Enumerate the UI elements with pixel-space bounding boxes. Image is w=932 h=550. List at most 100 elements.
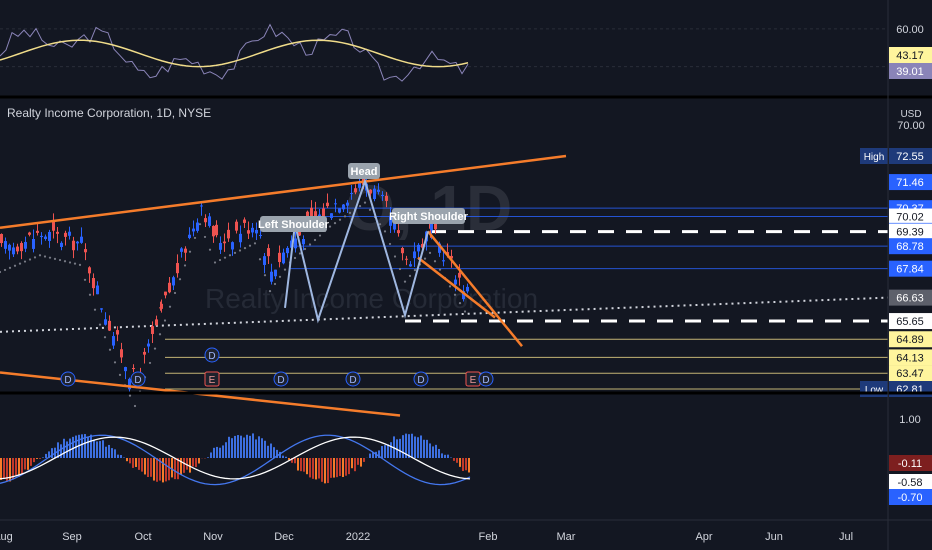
macd-histogram-bar xyxy=(66,441,68,458)
macd-histogram-bar xyxy=(93,440,95,458)
candle-body xyxy=(24,241,27,249)
macd-histogram-bar xyxy=(348,458,350,475)
candle-body xyxy=(64,232,67,237)
ma-dot xyxy=(308,243,312,246)
macd-histogram-bar xyxy=(42,457,44,458)
candle-body xyxy=(409,264,412,267)
macd-histogram-bar xyxy=(105,446,107,458)
candle-body xyxy=(263,256,266,265)
ma-dot xyxy=(83,278,87,281)
time-axis-label: Oct xyxy=(134,531,151,543)
candle-body xyxy=(124,367,127,372)
ma-dot xyxy=(108,348,112,351)
rsi-value: 43.17 xyxy=(896,50,924,62)
macd-histogram-bar xyxy=(360,458,362,467)
ma-dot xyxy=(23,260,27,263)
macd-histogram-bar xyxy=(387,444,389,458)
candle-body xyxy=(184,248,187,253)
event-label: D xyxy=(134,375,141,386)
candle-body xyxy=(164,291,167,296)
macd-histogram-bar xyxy=(438,448,440,458)
macd-histogram-bar xyxy=(318,458,320,479)
candle-body xyxy=(147,343,150,347)
candle-body xyxy=(243,219,246,223)
event-label: E xyxy=(209,375,216,386)
candle-body xyxy=(215,224,218,236)
macd-histogram-bar xyxy=(18,458,20,477)
candle-body xyxy=(52,221,55,231)
ma-dot xyxy=(133,404,137,408)
macd-histogram-bar xyxy=(414,436,416,458)
macd-value: -0.58 xyxy=(897,477,922,489)
ma-dot xyxy=(263,274,267,277)
macd-histogram-bar xyxy=(333,458,335,478)
ma-dot xyxy=(433,260,437,263)
candle-body xyxy=(143,351,146,355)
macd-histogram-bar xyxy=(363,458,365,462)
macd-histogram-bar xyxy=(417,437,419,458)
macd-histogram-bar xyxy=(168,458,170,481)
macd-histogram-bar xyxy=(15,458,17,476)
ma-dot xyxy=(8,266,12,269)
ma-dot xyxy=(38,254,42,257)
ma-dot xyxy=(63,260,67,263)
candle-body xyxy=(282,252,285,264)
ma-dot xyxy=(408,274,412,277)
ma-dot xyxy=(378,223,382,226)
currency-label: USD xyxy=(900,109,921,120)
ma-dot xyxy=(88,293,92,296)
candle-body xyxy=(286,247,289,254)
macd-histogram-bar xyxy=(234,435,236,458)
macd-histogram-bar xyxy=(3,458,5,479)
macd-histogram-bar xyxy=(408,434,410,458)
macd-histogram-bar xyxy=(144,458,146,475)
ma-dot xyxy=(413,269,417,272)
macd-histogram-bar xyxy=(345,458,347,476)
candle-body xyxy=(334,203,337,205)
ma-dot xyxy=(0,270,2,274)
ma-dot xyxy=(363,201,367,204)
candle-body xyxy=(32,239,35,249)
ma-dot xyxy=(223,256,227,259)
candle-body xyxy=(80,236,83,243)
macd-histogram-bar xyxy=(369,453,371,458)
macd-histogram-bar xyxy=(309,458,311,478)
ma-dot xyxy=(233,251,237,254)
candle-body xyxy=(4,241,7,249)
ma-dot xyxy=(278,275,282,278)
candle-body xyxy=(373,188,376,200)
candle-body xyxy=(112,336,115,346)
ma-dot xyxy=(148,361,152,365)
chart-canvas[interactable]: 60.0043.1739.01 O, 1DRealty Income Corpo… xyxy=(0,0,932,550)
macd-histogram-bar xyxy=(60,444,62,458)
candle-body xyxy=(76,241,79,244)
candle-body xyxy=(16,246,19,252)
candle-body xyxy=(116,330,119,335)
ma-dot xyxy=(328,225,332,228)
macd-histogram-bar xyxy=(411,433,413,458)
candle-body xyxy=(302,238,305,245)
ma-dot xyxy=(293,256,297,260)
macd-histogram-bar xyxy=(33,458,35,463)
candle-body xyxy=(223,241,226,244)
time-axis-label: Jun xyxy=(765,531,783,543)
macd-value: -0.11 xyxy=(898,458,922,470)
candle-body xyxy=(342,204,345,210)
macd-histogram-bar xyxy=(192,458,194,467)
macd-histogram-bar xyxy=(207,457,209,458)
candle-body xyxy=(330,213,333,219)
rsi-ma-line xyxy=(0,39,469,68)
ma-dot xyxy=(118,373,122,376)
event-label: D xyxy=(277,375,284,386)
price-tag: 63.47 xyxy=(896,368,924,380)
candle-body xyxy=(278,252,281,263)
ma-dot xyxy=(228,254,232,257)
macd-histogram-bar xyxy=(213,447,215,458)
candle-body xyxy=(108,320,111,331)
macd-histogram-bar xyxy=(258,436,260,458)
candle-body xyxy=(247,230,250,234)
macd-histogram-bar xyxy=(90,434,92,458)
ma-dot xyxy=(398,267,402,271)
symbol-title[interactable]: Realty Income Corporation, 1D, NYSE xyxy=(7,106,211,120)
event-label: D xyxy=(349,375,356,386)
